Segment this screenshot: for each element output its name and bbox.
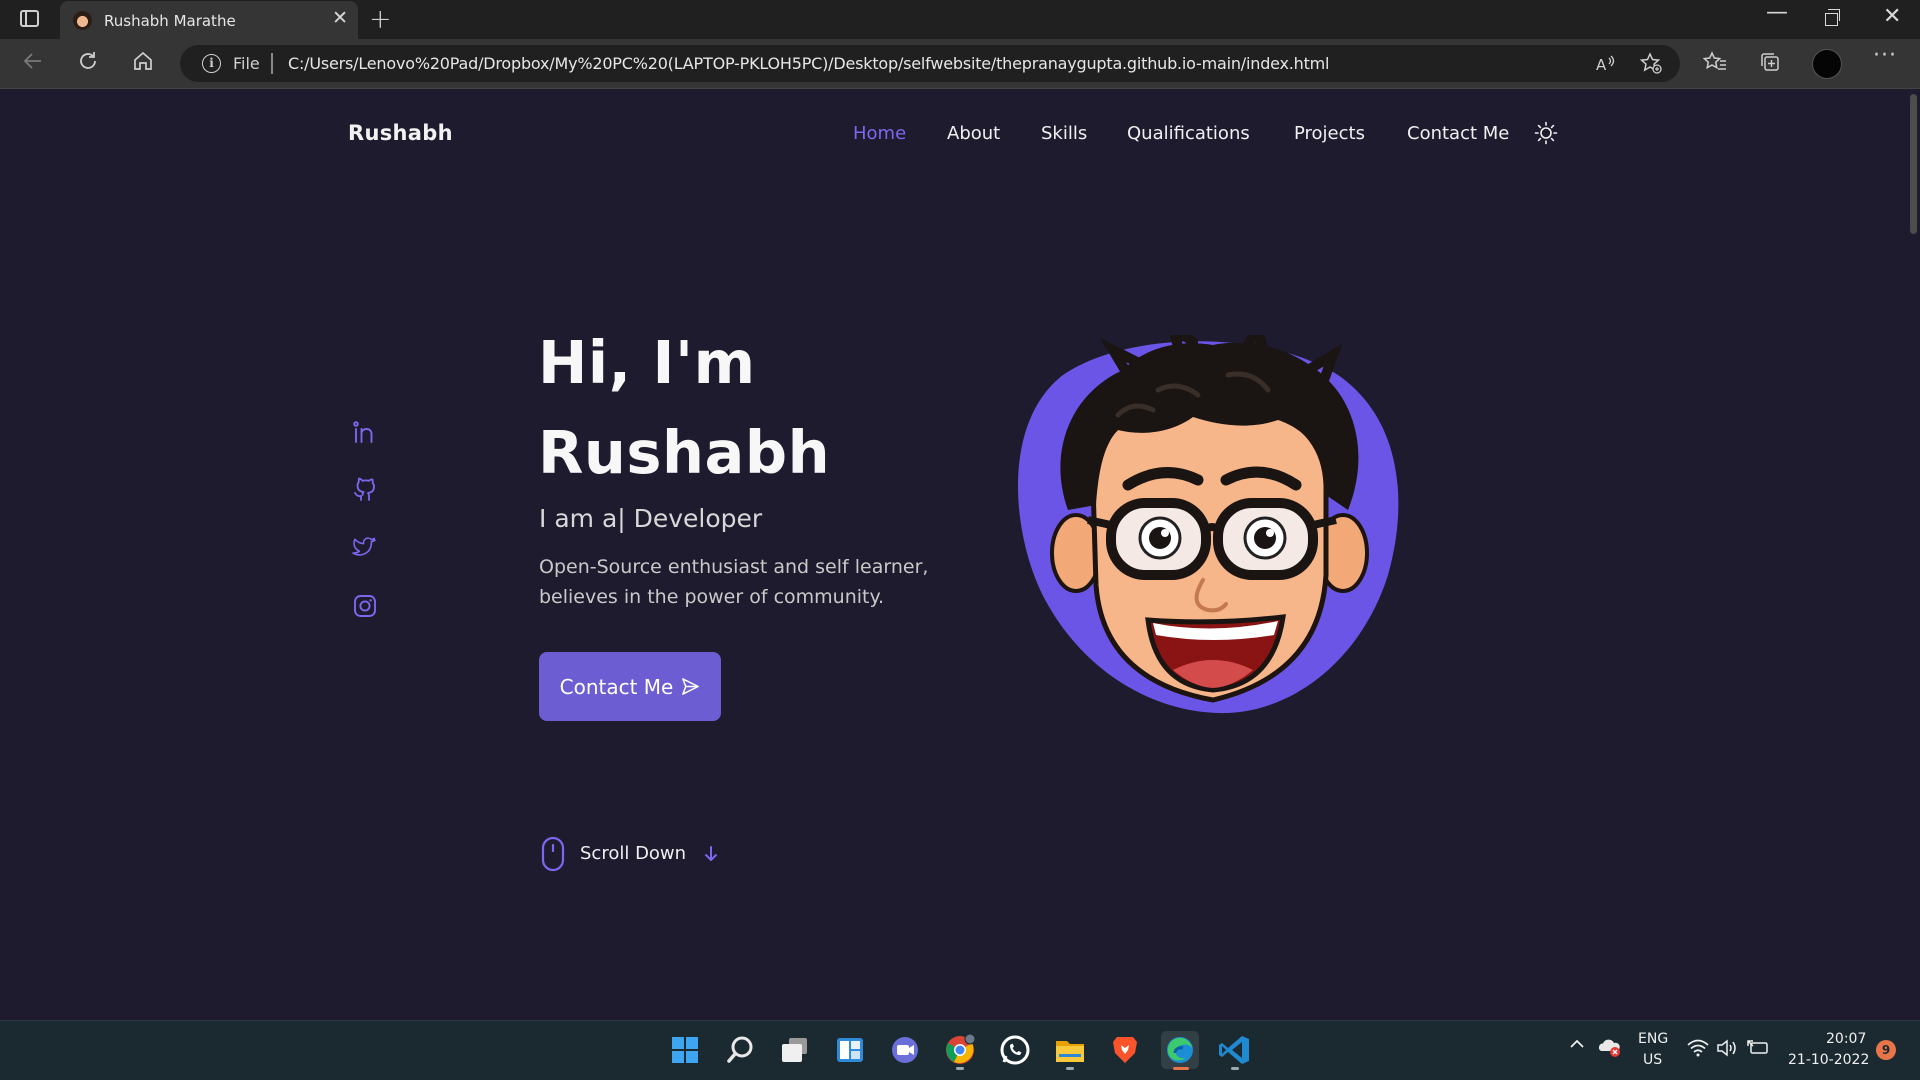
scroll-down-label: Scroll Down xyxy=(580,843,687,864)
wifi-icon[interactable] xyxy=(1687,1038,1709,1062)
contact-me-label: Contact Me xyxy=(559,674,674,699)
scrollbar-thumb[interactable] xyxy=(1910,94,1917,234)
contact-me-button[interactable]: Contact Me xyxy=(539,652,721,721)
vscode-icon[interactable] xyxy=(1216,1031,1254,1070)
task-view-icon[interactable] xyxy=(776,1031,814,1069)
tab-favicon-icon xyxy=(73,11,92,30)
clock-date[interactable]: 21-10-2022 xyxy=(1788,1052,1869,1068)
app-active-indicator xyxy=(1173,1067,1189,1070)
home-icon[interactable] xyxy=(132,50,154,77)
volume-icon[interactable] xyxy=(1716,1038,1738,1062)
nav-link-home[interactable]: Home xyxy=(853,123,906,144)
whatsapp-icon[interactable] xyxy=(996,1031,1034,1069)
more-menu-icon[interactable]: ··· xyxy=(1873,45,1897,67)
battery-icon[interactable] xyxy=(1746,1039,1770,1061)
input-region[interactable]: US xyxy=(1643,1052,1662,1068)
mouse-icon xyxy=(541,836,565,872)
site-logo[interactable]: Rushabh xyxy=(348,121,453,145)
hero-greeting: Hi, I'm xyxy=(538,328,756,397)
file-scheme-label: File xyxy=(233,54,260,73)
window-close-button[interactable]: ✕ xyxy=(1883,4,1901,29)
search-icon[interactable] xyxy=(721,1031,759,1069)
minimize-button[interactable]: — xyxy=(1766,0,1788,25)
tab-actions-icon[interactable] xyxy=(20,10,39,27)
url-text[interactable]: C:/Users/Lenovo%20Pad/Dropbox/My%20PC%20… xyxy=(288,54,1330,73)
tab-bar: Rushabh Marathe ✕ + — ✕ xyxy=(0,0,1920,39)
omnibox-separator xyxy=(271,53,273,74)
github-icon[interactable] xyxy=(352,477,378,503)
tab-close-button[interactable]: ✕ xyxy=(332,9,348,28)
sun-theme-toggle-icon[interactable] xyxy=(1534,121,1558,145)
address-bar[interactable]: i File C:/Users/Lenovo%20Pad/Dropbox/My%… xyxy=(180,45,1680,82)
address-toolbar: i File C:/Users/Lenovo%20Pad/Dropbox/My%… xyxy=(0,39,1920,89)
hero-name: Rushabh xyxy=(538,418,831,487)
nav-link-contact[interactable]: Contact Me xyxy=(1407,123,1509,144)
scroll-down-link[interactable]: Scroll Down xyxy=(541,836,781,872)
arrow-down-icon xyxy=(705,846,717,861)
clock-time[interactable]: 20:07 xyxy=(1826,1031,1866,1047)
onedrive-error-icon[interactable] xyxy=(1597,1037,1623,1063)
nav-link-qualifications[interactable]: Qualifications xyxy=(1127,123,1250,144)
profile-avatar[interactable] xyxy=(1812,49,1842,79)
teams-chat-icon[interactable] xyxy=(886,1031,924,1069)
collections-icon[interactable] xyxy=(1759,51,1781,76)
file-explorer-icon[interactable] xyxy=(1051,1031,1089,1070)
brave-icon[interactable] xyxy=(1106,1031,1144,1069)
new-tab-button[interactable]: + xyxy=(369,4,392,35)
add-favorite-icon[interactable] xyxy=(1639,52,1662,79)
profile-avatar-illustration xyxy=(1018,335,1399,714)
read-aloud-icon[interactable]: A xyxy=(1594,54,1616,79)
hero-subtitle: I am a| Developer xyxy=(539,504,763,533)
nav-link-projects[interactable]: Projects xyxy=(1294,123,1365,144)
windows-taskbar: ENG US 20:07 21-10-2022 xyxy=(0,1020,1920,1080)
instagram-icon[interactable] xyxy=(352,593,378,619)
svg-text:A: A xyxy=(1596,56,1607,74)
favorites-icon[interactable] xyxy=(1702,51,1727,76)
tab-title: Rushabh Marathe xyxy=(104,12,236,30)
twitter-icon[interactable] xyxy=(352,535,378,561)
widgets-icon[interactable] xyxy=(831,1031,869,1069)
show-hidden-icons-chevron-icon[interactable] xyxy=(1568,1035,1586,1058)
edge-icon[interactable] xyxy=(1161,1031,1199,1070)
hero-description: Open-Source enthusiast and self learner,… xyxy=(539,556,929,608)
restore-button[interactable] xyxy=(1825,9,1840,26)
nav-link-skills[interactable]: Skills xyxy=(1041,123,1087,144)
site-info-icon[interactable]: i xyxy=(202,54,221,73)
input-language[interactable]: ENG xyxy=(1638,1031,1668,1047)
reload-icon[interactable] xyxy=(77,50,99,77)
app-running-indicator xyxy=(1066,1067,1074,1070)
app-running-indicator xyxy=(1231,1067,1239,1070)
browser-tab[interactable]: Rushabh Marathe ✕ xyxy=(60,1,358,39)
app-running-indicator xyxy=(956,1067,964,1070)
nav-link-about[interactable]: About xyxy=(947,123,1000,144)
chrome-icon[interactable] xyxy=(941,1031,979,1070)
send-icon xyxy=(682,678,700,695)
page-scrollbar[interactable] xyxy=(1908,90,1920,1020)
linkedin-icon[interactable] xyxy=(352,420,378,446)
back-icon[interactable] xyxy=(22,50,44,77)
notification-count-badge[interactable]: 9 xyxy=(1876,1040,1896,1060)
web-page: Rushabh Home About Skills Qualifications… xyxy=(0,90,1908,1020)
start-icon[interactable] xyxy=(666,1031,704,1069)
